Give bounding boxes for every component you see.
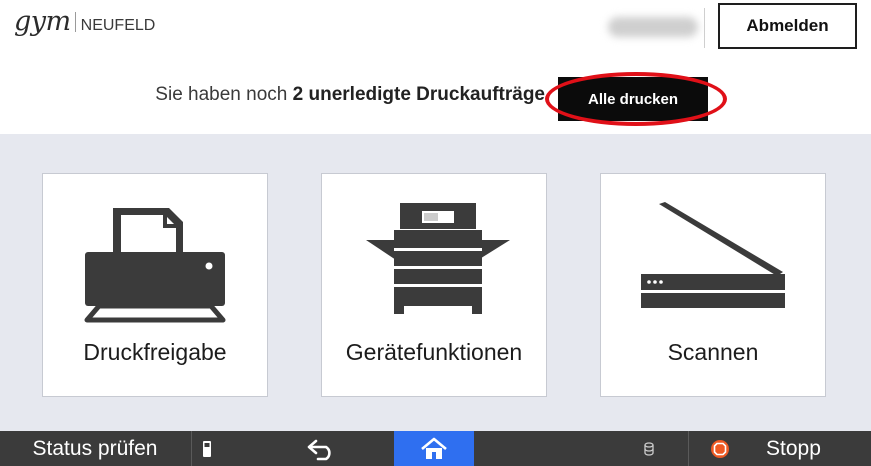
pending-jobs-notice: Sie haben noch 2 unerledigte Druckaufträ… [0,84,545,106]
logout-button[interactable]: Abmelden [718,3,857,49]
stop-button[interactable]: Stopp [702,431,871,466]
header-divider [704,8,705,48]
pending-jobs-count: 2 [292,84,304,105]
tile-print-release[interactable]: Druckfreigabe [42,173,268,397]
user-name-redacted [608,17,698,37]
notice-suffix: unerledigte Druckaufträge [308,84,546,105]
statusbar-divider [688,431,689,466]
status-bar: Status prüfen Stopp [0,431,871,466]
stop-label: Stopp [766,437,821,460]
tile-label: Druckfreigabe [83,339,227,365]
main-area: Druckfreigabe Gerätefunktionen Scannen [0,134,871,431]
header: gym NEUFELD Abmelden Sie haben noch 2 un… [0,0,871,134]
printer-panel-screen: gym NEUFELD Abmelden Sie haben noch 2 un… [0,0,871,466]
logo-brand: gym [14,6,71,37]
home-icon [421,437,447,459]
scanner-icon [641,202,785,308]
tile-label: Gerätefunktionen [345,339,523,365]
memory-card-icon [203,441,211,457]
stop-icon [711,440,729,458]
data-indicator-icon [644,442,654,456]
tile-device-functions[interactable]: Gerätefunktionen [321,173,547,397]
status-check-button[interactable]: Status prüfen [0,431,190,466]
statusbar-divider [191,431,192,466]
logo-divider [74,12,76,32]
tile-label: Scannen [667,339,759,365]
printer-icon [84,208,226,323]
back-arrow-icon[interactable] [306,437,338,461]
home-button[interactable] [394,431,474,466]
copier-icon [366,203,510,314]
print-all-button[interactable]: Alle drucken [558,77,708,121]
logo-name: NEUFELD [80,17,156,34]
logo: gym NEUFELD [14,6,155,42]
notice-prefix: Sie haben noch [155,84,288,105]
tile-scan[interactable]: Scannen [600,173,826,397]
